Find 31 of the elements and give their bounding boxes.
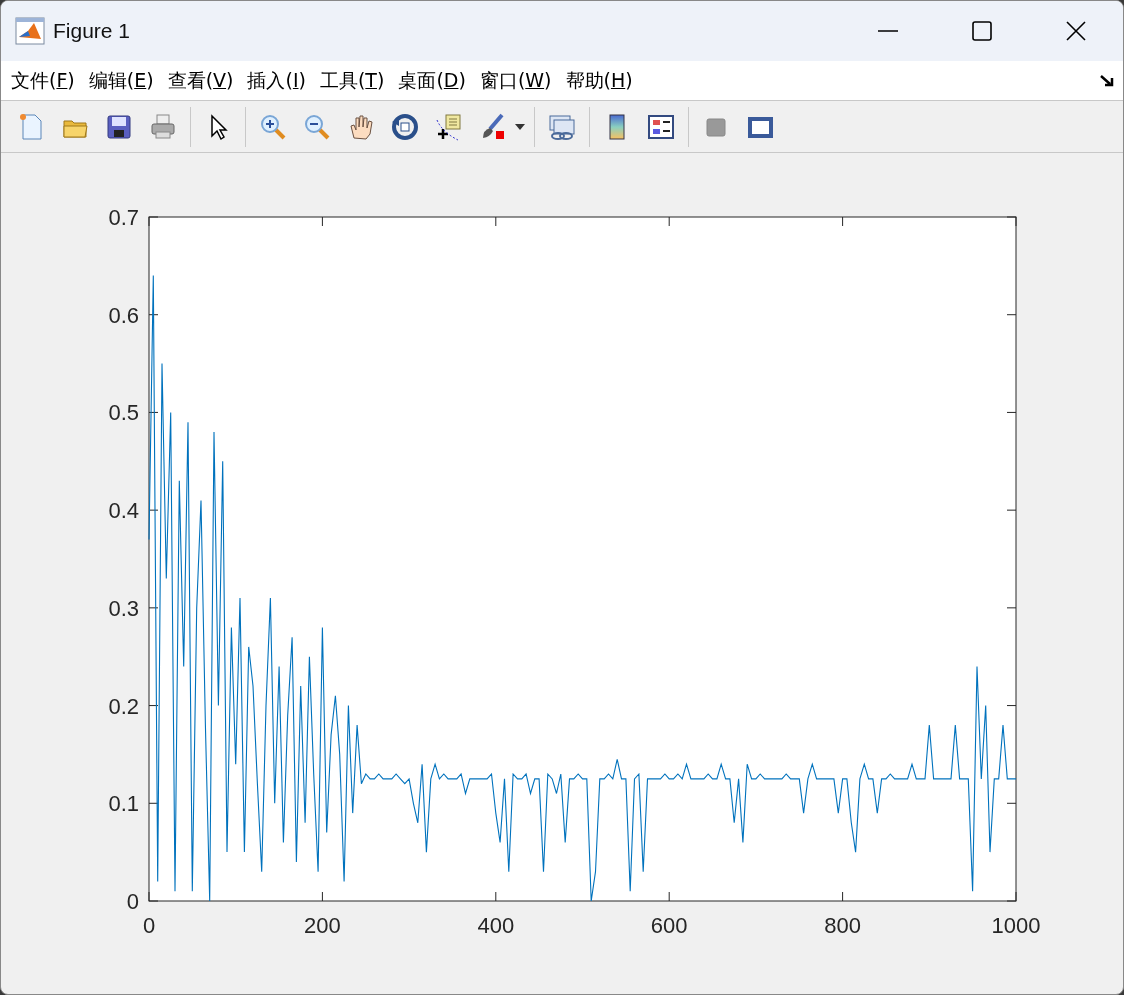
- y-tick-label: 0.4: [108, 498, 139, 524]
- menu-item[interactable]: 帮助(H): [565, 66, 633, 95]
- close-icon: [1066, 21, 1086, 41]
- x-tick-label: 800: [824, 913, 861, 938]
- caret-icon[interactable]: [515, 124, 525, 131]
- maximize-icon: [972, 21, 992, 41]
- menu-item[interactable]: 查看(V): [167, 66, 234, 95]
- data-tip-icon[interactable]: [434, 111, 464, 142]
- y-tick-label: 0.1: [108, 791, 139, 817]
- y-tick-label: 0.3: [108, 595, 139, 621]
- menu-item[interactable]: 工具(T): [319, 66, 385, 95]
- menu-item[interactable]: 文件(F): [11, 66, 75, 95]
- x-tick-label: 200: [304, 913, 341, 938]
- app-icon: [15, 17, 45, 45]
- menu-item[interactable]: 编辑(E): [88, 66, 154, 95]
- y-tick-label: 0: [126, 889, 139, 914]
- x-tick-label: 400: [477, 913, 515, 938]
- rotate-icon[interactable]: [390, 111, 420, 142]
- menu-item[interactable]: 桌面(D): [398, 66, 466, 95]
- menu-item[interactable]: 插入(I): [247, 66, 306, 95]
- print-icon[interactable]: [148, 111, 178, 142]
- y-tick-label: 0.6: [108, 302, 139, 328]
- minimize-icon: [878, 30, 898, 32]
- menu-item[interactable]: 窗口(W): [479, 66, 552, 95]
- x-tick-label: 600: [650, 913, 688, 938]
- x-tick-label: 1000: [991, 913, 1041, 938]
- y-tick-label: 0.2: [108, 693, 139, 719]
- x-tick-label: 0: [142, 913, 156, 938]
- window-title: Figure 1: [53, 18, 131, 45]
- y-tick-label: 0.5: [108, 400, 139, 426]
- y-tick-label: 0.7: [108, 205, 139, 230]
